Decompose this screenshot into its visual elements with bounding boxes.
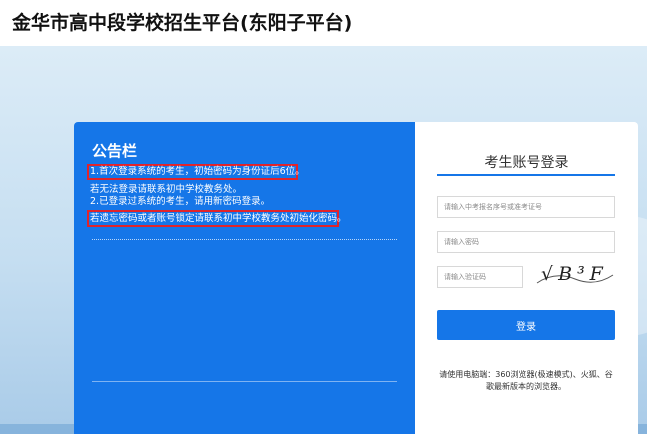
page-title: 金华市高中段学校招生平台(东阳子平台) <box>12 12 353 34</box>
password-input[interactable] <box>437 231 615 253</box>
notice-line-2: 若无法登录请联系初中学校教务处。 <box>90 184 243 195</box>
login-title-underline <box>437 174 615 176</box>
captcha-text: √B³F <box>541 265 608 285</box>
browser-tip: 请使用电脑端：360浏览器(极速模式)、火狐、谷歌最新版本的浏览器。 <box>439 370 613 391</box>
notice-panel: 公告栏 1.首次登录系统的考生，初始密码为身份证后6位。 若无法登录请联系初中学… <box>74 122 415 434</box>
captcha-image[interactable]: √B³F <box>535 265 615 289</box>
login-title: 考生账号登录 <box>484 155 569 171</box>
notice-bottom-divider <box>92 381 397 382</box>
notice-divider <box>92 239 397 240</box>
notice-line-4: 若遗忘密码或者账号锁定请联系初中学校教务处初始化密码。 <box>90 213 347 224</box>
account-input[interactable] <box>437 196 615 218</box>
notice-line-3: 2.已登录过系统的考生，请用新密码登录。 <box>90 196 271 207</box>
notice-title: 公告栏 <box>92 142 138 160</box>
login-button[interactable]: 登录 <box>437 310 615 340</box>
captcha-input[interactable] <box>437 266 523 288</box>
notice-line-1: 1.首次登录系统的考生，初始密码为身份证后6位。 <box>90 166 305 177</box>
login-card: 考生账号登录 √B³F 登录 请使用电脑端：360浏览器(极速模式)、火狐、谷歌… <box>415 122 638 434</box>
